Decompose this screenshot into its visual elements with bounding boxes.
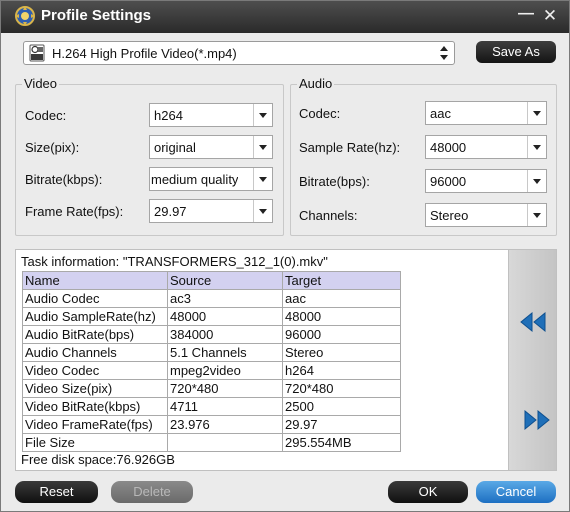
audio-samplerate-label: Sample Rate(hz): xyxy=(299,140,401,155)
audio-bitrate-value: 96000 xyxy=(430,174,467,189)
row-target: h264 xyxy=(282,361,401,380)
audio-channels-value: Stereo xyxy=(430,208,469,223)
updown-arrow-icon xyxy=(440,46,448,60)
column-header-name: Name xyxy=(22,271,168,290)
table-row: Video Size(pix) 720*480 720*480 xyxy=(22,379,401,398)
row-source: 5.1 Channels xyxy=(167,343,283,362)
row-target: 295.554MB xyxy=(282,433,401,452)
task-nav-panel xyxy=(509,249,557,471)
table-row: Video FrameRate(fps) 23.976 29.97 xyxy=(22,415,401,434)
audio-codec-select[interactable]: aac xyxy=(425,101,547,125)
app-logo-icon xyxy=(15,6,35,26)
row-target: Stereo xyxy=(282,343,401,362)
audio-legend: Audio xyxy=(297,76,335,91)
video-legend: Video xyxy=(22,76,60,91)
table-row: Video BitRate(kbps) 4711 2500 xyxy=(22,397,401,416)
row-name: Video FrameRate(fps) xyxy=(22,415,168,434)
row-source: mpeg2video xyxy=(167,361,283,380)
row-target: 48000 xyxy=(282,307,401,326)
table-header-row: Name Source Target xyxy=(22,271,401,290)
video-size-label: Size(pix): xyxy=(25,140,80,155)
row-name: Audio Codec xyxy=(22,289,168,308)
mp4-file-icon xyxy=(29,44,45,62)
minimize-icon[interactable]: — xyxy=(517,6,535,25)
row-name: Video Codec xyxy=(22,361,168,380)
video-codec-select[interactable]: h264 xyxy=(149,103,273,127)
row-name: Video BitRate(kbps) xyxy=(22,397,168,416)
video-framerate-label: Frame Rate(fps): xyxy=(25,204,124,219)
video-codec-value: h264 xyxy=(154,108,183,123)
row-name: Audio Channels xyxy=(22,343,168,362)
table-row: Audio BitRate(bps) 384000 96000 xyxy=(22,325,401,344)
row-source: 384000 xyxy=(167,325,283,344)
cancel-button[interactable]: Cancel xyxy=(476,481,556,503)
video-bitrate-label: Bitrate(kbps): xyxy=(25,172,103,187)
next-task-icon[interactable] xyxy=(522,408,552,432)
chevron-down-icon[interactable] xyxy=(253,168,272,190)
video-framerate-select[interactable]: 29.97 xyxy=(149,199,273,223)
table-row: Audio Codec ac3 aac xyxy=(22,289,401,308)
reset-button[interactable]: Reset xyxy=(15,481,98,503)
audio-codec-value: aac xyxy=(430,106,451,121)
row-target: 29.97 xyxy=(282,415,401,434)
row-source: 4711 xyxy=(167,397,283,416)
row-source: 48000 xyxy=(167,307,283,326)
free-disk-space: Free disk space:76.926GB xyxy=(21,452,175,467)
video-framerate-value: 29.97 xyxy=(154,204,187,219)
audio-samplerate-select[interactable]: 48000 xyxy=(425,135,547,159)
audio-samplerate-value: 48000 xyxy=(430,140,467,155)
column-header-source: Source xyxy=(167,271,283,290)
row-target: 720*480 xyxy=(282,379,401,398)
save-as-button[interactable]: Save As xyxy=(476,41,556,63)
ok-button[interactable]: OK xyxy=(388,481,468,503)
row-source: 23.976 xyxy=(167,415,283,434)
close-icon[interactable]: ✕ xyxy=(541,7,559,25)
previous-task-icon[interactable] xyxy=(518,310,548,334)
table-row: Audio SampleRate(hz) 48000 48000 xyxy=(22,307,401,326)
window-title: Profile Settings xyxy=(41,7,152,24)
audio-codec-label: Codec: xyxy=(299,106,341,121)
row-name: File Size xyxy=(22,433,168,452)
task-info-table: Name Source Target Audio Codec ac3 aac A… xyxy=(22,271,401,452)
row-target: 96000 xyxy=(282,325,401,344)
title-bar[interactable]: Profile Settings — ✕ xyxy=(1,1,569,33)
row-source: 720*480 xyxy=(167,379,283,398)
row-target: 2500 xyxy=(282,397,401,416)
row-name: Audio SampleRate(hz) xyxy=(22,307,168,326)
row-name: Audio BitRate(bps) xyxy=(22,325,168,344)
chevron-down-icon[interactable] xyxy=(527,204,546,226)
row-source: ac3 xyxy=(167,289,283,308)
video-bitrate-value: medium quality xyxy=(151,172,239,187)
table-row: Audio Channels 5.1 Channels Stereo xyxy=(22,343,401,362)
chevron-down-icon[interactable] xyxy=(527,136,546,158)
audio-bitrate-label: Bitrate(bps): xyxy=(299,174,370,189)
profile-value: H.264 High Profile Video(*.mp4) xyxy=(52,46,237,61)
row-source xyxy=(167,433,283,452)
profile-settings-window: Profile Settings — ✕ H.264 High Profile … xyxy=(0,0,570,512)
row-target: aac xyxy=(282,289,401,308)
profile-dropdown[interactable]: H.264 High Profile Video(*.mp4) xyxy=(23,41,455,65)
video-codec-label: Codec: xyxy=(25,108,67,123)
chevron-down-icon[interactable] xyxy=(527,102,546,124)
audio-bitrate-select[interactable]: 96000 xyxy=(425,169,547,193)
video-bitrate-select[interactable]: medium quality xyxy=(149,167,273,191)
video-size-select[interactable]: original xyxy=(149,135,273,159)
video-size-value: original xyxy=(154,140,196,155)
chevron-down-icon[interactable] xyxy=(527,170,546,192)
table-row: File Size 295.554MB xyxy=(22,433,401,452)
chevron-down-icon[interactable] xyxy=(253,200,272,222)
delete-button[interactable]: Delete xyxy=(111,481,193,503)
task-info-text: Task information: "TRANSFORMERS_312_1(0)… xyxy=(21,254,328,269)
audio-channels-label: Channels: xyxy=(299,208,358,223)
table-row: Video Codec mpeg2video h264 xyxy=(22,361,401,380)
chevron-down-icon[interactable] xyxy=(253,104,272,126)
chevron-down-icon[interactable] xyxy=(253,136,272,158)
task-info-panel: Task information: "TRANSFORMERS_312_1(0)… xyxy=(15,249,509,471)
row-name: Video Size(pix) xyxy=(22,379,168,398)
audio-channels-select[interactable]: Stereo xyxy=(425,203,547,227)
column-header-target: Target xyxy=(282,271,401,290)
